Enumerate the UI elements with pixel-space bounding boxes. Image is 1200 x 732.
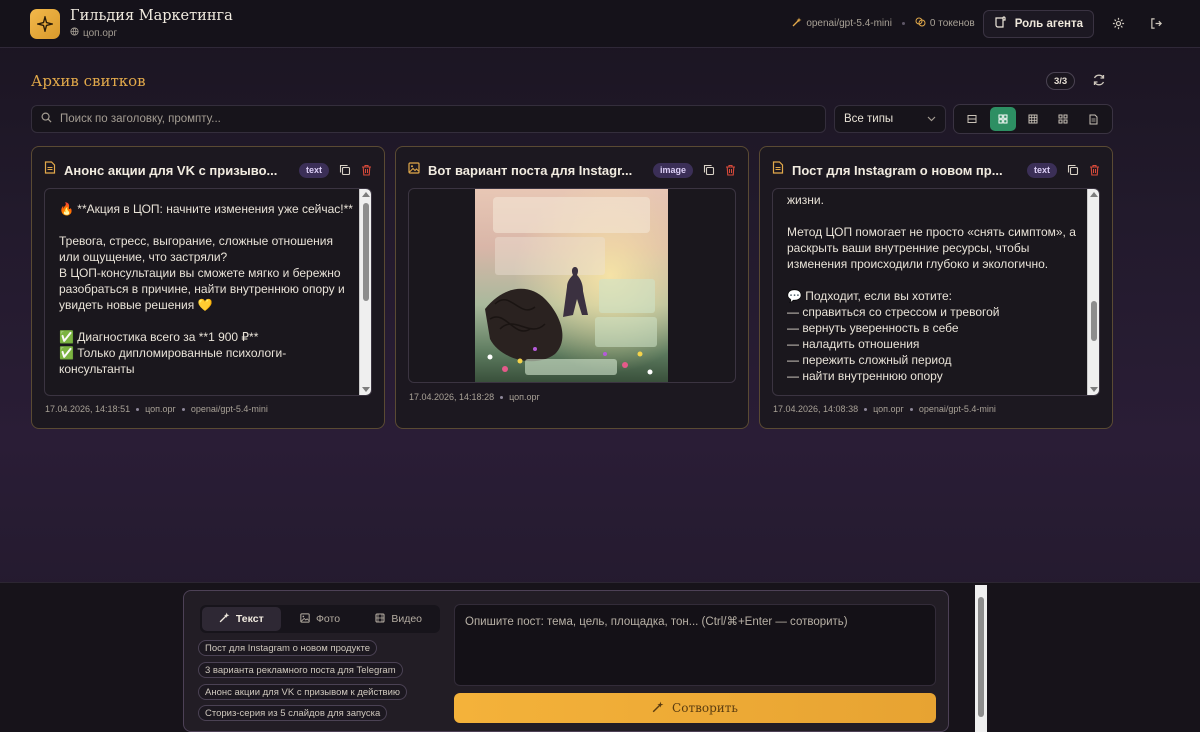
type-badge: image [652,162,693,178]
brand-domain-text: цоп.орг [83,27,118,39]
image-icon [408,161,420,179]
wand-icon [792,17,802,30]
archive-count-badge: 3/3 [1046,72,1076,90]
document-icon [772,161,784,179]
copy-icon[interactable] [339,164,351,176]
brand-title: Гильдия Маркетинга [70,8,233,24]
search-input[interactable]: Поиск по заголовку, промпту... [31,105,826,133]
type-filter-select[interactable]: Все типы [834,105,946,133]
suggestion-chip[interactable]: Пост для Instagram о новом продукте [198,640,378,656]
document-view-icon[interactable] [1081,107,1107,131]
sparkle-logo-icon [30,8,60,39]
agent-role-label: Роль агента [1014,17,1083,30]
prompt-placeholder: Опишите пост: тема, цель, площадка, тон.… [465,616,848,628]
copy-icon[interactable] [703,164,715,176]
model-indicator: openai/gpt-5.4-mini [792,17,892,30]
card-title: Пост для Instagram о новом пр... [792,162,1003,178]
copy-icon[interactable] [1067,164,1079,176]
card-domain: цоп.орг [145,404,176,414]
list-view-icon[interactable] [959,107,985,131]
card-date: 17.04.2026, 14:18:51 [45,404,131,414]
trash-icon[interactable] [361,164,372,176]
suggestion-chip[interactable]: Сториз-серия из 5 слайдов для запуска [198,705,388,721]
app-header: Гильдия Маркетинга цоп.орг openai/gpt-5.… [0,0,1200,48]
search-placeholder: Поиск по заголовку, промпту... [60,113,221,125]
archive-title: Архив свитков [31,72,146,90]
view-mode-toggle [953,104,1113,134]
compact-grid-view-icon[interactable] [1050,107,1076,131]
prompt-textarea[interactable]: Опишите пост: тема, цель, площадка, тон.… [454,604,936,686]
archive-card[interactable]: Анонс акции для VK с призыво... text 🔥 *… [31,146,385,429]
settings-gear-icon[interactable] [1104,10,1132,38]
type-badge: text [298,162,329,178]
tab-video[interactable]: Видео [359,607,438,631]
trash-icon[interactable] [725,164,736,176]
card-text: жизни. Метод ЦОП помогает не просто «сня… [787,193,1076,383]
model-name: openai/gpt-5.4-mini [806,18,892,29]
film-icon [375,612,385,626]
card-content[interactable]: жизни. Метод ЦОП помогает не просто «сня… [772,188,1100,396]
agent-role-button[interactable]: Роль агента [982,9,1094,38]
create-button[interactable]: Сотворить [454,693,936,723]
content-type-tabs: Текст Фото Видео [200,605,440,633]
card-image-frame[interactable] [408,188,736,383]
trash-icon[interactable] [1089,164,1100,176]
type-badge: text [1026,162,1057,178]
card-domain: цоп.орг [509,392,540,402]
tab-photo[interactable]: Фото [281,607,360,631]
coins-icon [915,17,926,30]
tab-text[interactable]: Текст [202,607,281,631]
card-meta: 17.04.2026, 14:08:38 цоп.орг openai/gpt-… [773,404,996,414]
wand-icon [652,701,664,716]
page-scrollbar[interactable] [975,585,987,732]
type-filter-value: Все типы [844,113,894,125]
wand-icon [219,612,230,626]
card-domain: цоп.орг [873,404,904,414]
suggestion-chip[interactable]: 3 варианта рекламного поста для Telegram [198,662,403,678]
grid-3-view-icon[interactable] [1020,107,1046,131]
image-icon [300,612,310,626]
card-model: openai/gpt-5.4-mini [190,404,268,414]
brand-domain: цоп.орг [70,27,233,39]
archive-card[interactable]: Пост для Instagram о новом пр... text жи… [759,146,1113,429]
grid-2-view-icon[interactable] [989,107,1016,131]
scroll-icon [994,15,1007,32]
card-model: openai/gpt-5.4-mini [918,404,996,414]
tab-video-label: Видео [391,613,423,625]
card-meta: 17.04.2026, 14:18:51 цоп.орг openai/gpt-… [45,404,268,414]
card-date: 17.04.2026, 14:18:28 [409,392,495,402]
archive-card[interactable]: Вот вариант поста для Instagr... image 1… [395,146,749,429]
tokens-indicator: 0 токенов [915,17,975,30]
card-title: Вот вариант поста для Instagr... [428,162,633,178]
tab-photo-label: Фото [315,613,341,625]
document-icon [44,161,56,179]
card-content[interactable]: 🔥 **Акция в ЦОП: начните изменения уже с… [44,188,372,396]
globe-icon [70,27,79,39]
refresh-icon[interactable] [1092,73,1106,92]
generated-poster-image [475,189,668,382]
brand: Гильдия Маркетинга цоп.орг [70,8,233,39]
tab-text-label: Текст [235,613,264,625]
tokens-count: 0 токенов [929,18,975,29]
create-button-label: Сотворить [672,701,738,715]
suggestion-chip[interactable]: Анонс акции для VK с призывом к действию [198,684,408,700]
search-icon [41,112,52,126]
logout-icon[interactable] [1142,10,1170,38]
chevron-down-icon [927,113,936,125]
card-scrollbar[interactable] [359,189,371,395]
card-text: 🔥 **Акция в ЦОП: начните изменения уже с… [59,202,353,376]
composer-panel: Текст Фото Видео Пост для Instagram о но… [183,590,949,732]
card-scrollbar[interactable] [1087,189,1099,395]
separator-dot [901,22,905,25]
card-meta: 17.04.2026, 14:18:28 цоп.орг [409,392,540,402]
card-title: Анонс акции для VK с призыво... [64,162,278,178]
card-date: 17.04.2026, 14:08:38 [773,404,859,414]
